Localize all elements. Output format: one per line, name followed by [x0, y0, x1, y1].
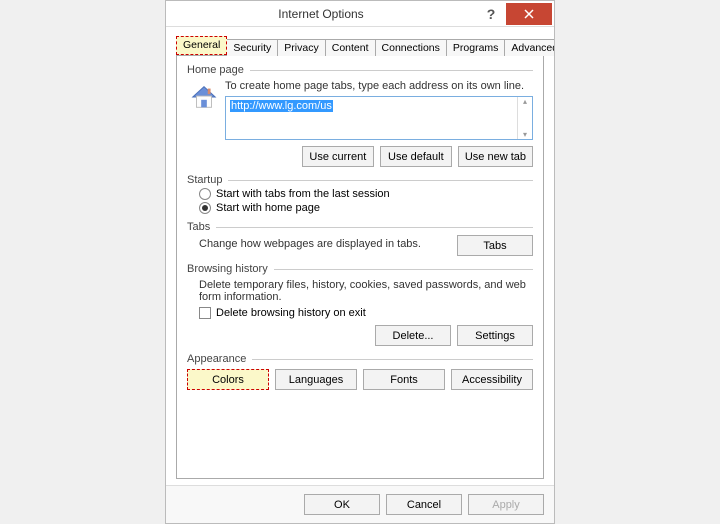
tab-content[interactable]: Content: [325, 39, 376, 56]
startup-legend: Startup: [187, 174, 222, 186]
use-default-button[interactable]: Use default: [380, 146, 452, 167]
group-tabs: Tabs Change how webpages are displayed i…: [187, 221, 533, 256]
colors-button[interactable]: Colors: [187, 369, 269, 390]
history-legend: Browsing history: [187, 263, 268, 275]
tab-privacy[interactable]: Privacy: [277, 39, 325, 56]
home-icon: [189, 82, 219, 112]
dialog-footer: OK Cancel Apply: [166, 485, 554, 523]
tabstrip: General Security Privacy Content Connect…: [176, 35, 544, 55]
homepage-desc: To create home page tabs, type each addr…: [225, 80, 533, 92]
scroll-up-icon: ▴: [523, 97, 527, 106]
group-appearance: Appearance Colors Languages Fonts Access…: [187, 353, 533, 390]
homepage-url-input[interactable]: http://www.lg.com/us ▴ ▾: [225, 96, 533, 140]
help-button[interactable]: ?: [476, 6, 506, 22]
group-history: Browsing history Delete temporary files,…: [187, 263, 533, 346]
tab-programs[interactable]: Programs: [446, 39, 506, 56]
tab-general[interactable]: General: [176, 36, 227, 55]
languages-button[interactable]: Languages: [275, 369, 357, 390]
radio-icon: [199, 202, 211, 214]
radio-icon: [199, 188, 211, 200]
radio-home-page[interactable]: Start with home page: [199, 202, 533, 214]
scroll-buttons[interactable]: ▴ ▾: [517, 97, 532, 139]
dialog-body: General Security Privacy Content Connect…: [166, 27, 554, 485]
tab-security[interactable]: Security: [226, 39, 278, 56]
group-startup: Startup Start with tabs from the last se…: [187, 174, 533, 214]
accessibility-button[interactable]: Accessibility: [451, 369, 533, 390]
homepage-url-value: http://www.lg.com/us: [230, 100, 333, 112]
use-new-tab-button[interactable]: Use new tab: [458, 146, 533, 167]
delete-on-exit-checkbox[interactable]: Delete browsing history on exit: [199, 307, 533, 319]
group-homepage: Home page To create home page tabs, type…: [187, 64, 533, 167]
use-current-button[interactable]: Use current: [302, 146, 374, 167]
radio-home-page-label: Start with home page: [216, 202, 320, 214]
titlebar: Internet Options ?: [166, 1, 554, 27]
tab-advanced[interactable]: Advanced: [504, 39, 554, 56]
radio-last-session-label: Start with tabs from the last session: [216, 188, 390, 200]
fonts-button[interactable]: Fonts: [363, 369, 445, 390]
appearance-legend: Appearance: [187, 353, 246, 365]
tabs-legend: Tabs: [187, 221, 210, 233]
scroll-down-icon: ▾: [523, 130, 527, 139]
tabpanel-general: Home page To create home page tabs, type…: [176, 55, 544, 479]
checkbox-icon: [199, 307, 211, 319]
radio-last-session[interactable]: Start with tabs from the last session: [199, 188, 533, 200]
history-desc: Delete temporary files, history, cookies…: [199, 279, 533, 303]
tabs-button[interactable]: Tabs: [457, 235, 533, 256]
window-title: Internet Options: [166, 7, 476, 21]
ok-button[interactable]: OK: [304, 494, 380, 515]
cancel-button[interactable]: Cancel: [386, 494, 462, 515]
delete-on-exit-label: Delete browsing history on exit: [216, 307, 366, 319]
tabs-desc: Change how webpages are displayed in tab…: [199, 238, 457, 250]
internet-options-dialog: Internet Options ? General Security Priv…: [165, 0, 555, 524]
close-button[interactable]: [506, 3, 552, 25]
homepage-legend: Home page: [187, 64, 244, 76]
apply-button[interactable]: Apply: [468, 494, 544, 515]
delete-button[interactable]: Delete...: [375, 325, 451, 346]
close-icon: [524, 9, 534, 19]
settings-button[interactable]: Settings: [457, 325, 533, 346]
tab-connections[interactable]: Connections: [375, 39, 447, 56]
